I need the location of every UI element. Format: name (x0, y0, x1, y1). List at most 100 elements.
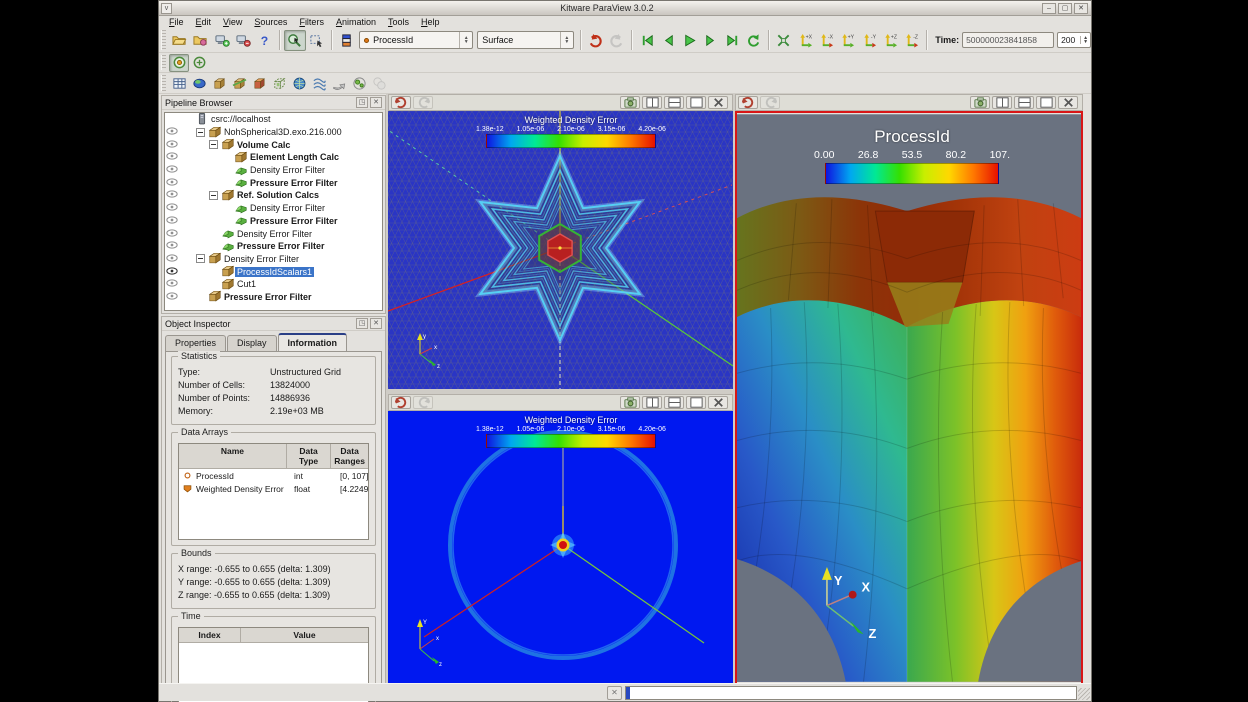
eye-visibility-icon[interactable] (166, 229, 178, 237)
threshold-filter-button[interactable] (249, 74, 269, 92)
menu-help[interactable]: Help (415, 17, 446, 27)
pipeline-item[interactable]: Density Error Filter (165, 253, 382, 266)
representation-dropdown[interactable]: Surface▲▼ (477, 31, 574, 49)
column-header[interactable]: Data Ranges (331, 444, 368, 468)
last-frame-button[interactable] (722, 30, 743, 51)
edit-color-map-button[interactable] (336, 30, 357, 51)
tree-expander-icon[interactable] (209, 191, 218, 200)
camera-undo-button[interactable] (391, 96, 411, 109)
data-array-row[interactable]: Weighted Density Errorfloat[4.22498e-14,… (179, 482, 368, 495)
lookmark-button[interactable] (620, 96, 640, 109)
frame-spinbox[interactable]: 200▲▼ (1057, 32, 1091, 48)
pipeline-item[interactable]: NohSpherical3D.exo.216.000 (165, 126, 382, 139)
pipeline-item[interactable]: Cut1 (165, 278, 382, 291)
pipeline-item[interactable]: Density Error Filter (165, 227, 382, 240)
loop-button[interactable] (743, 30, 764, 51)
split-horizontal-button[interactable] (992, 96, 1012, 109)
menu-edit[interactable]: Edit (190, 17, 218, 27)
close-view-button[interactable] (708, 96, 728, 109)
render-view-3-active[interactable]: YXZ ProcessId 0.0026.853.580.2107. (735, 111, 1083, 685)
tree-expander-icon[interactable] (196, 128, 205, 137)
tree-expander-icon[interactable] (209, 140, 218, 149)
select-cells-button[interactable] (284, 30, 305, 51)
pipeline-item[interactable]: Pressure Error Filter (165, 291, 382, 304)
tab-display[interactable]: Display (227, 335, 277, 351)
column-header[interactable]: Data Type (287, 444, 331, 468)
extract-subset-filter-button[interactable] (269, 74, 289, 92)
menu-view[interactable]: View (217, 17, 248, 27)
data-array-row[interactable]: ProcessIdint[0, 107] (179, 469, 368, 482)
toolbar-handle[interactable] (161, 30, 166, 49)
menu-tools[interactable]: Tools (382, 17, 415, 27)
eye-visibility-icon[interactable] (166, 178, 178, 186)
column-header[interactable]: Value (241, 628, 368, 642)
reset-camera-button[interactable] (773, 30, 794, 51)
eye-visibility-icon[interactable] (166, 241, 178, 249)
view2-color-legend[interactable]: Weighted Density Error 1.38e-121.05e-062… (476, 415, 666, 448)
close-view-button[interactable] (1058, 96, 1078, 109)
undo-button[interactable] (585, 30, 606, 51)
selection-mode-button[interactable] (189, 54, 209, 72)
pipeline-item[interactable]: Pressure Error Filter (165, 176, 382, 189)
open-file-button[interactable] (169, 30, 190, 51)
slice-filter-button[interactable] (229, 74, 249, 92)
eye-visibility-icon[interactable] (166, 267, 178, 275)
eye-visibility-icon[interactable] (166, 216, 178, 224)
camera-undo-button[interactable] (391, 396, 411, 409)
minus-z-view-button[interactable]: -Z (901, 30, 922, 51)
color-by-dropdown[interactable]: ProcessId▲▼ (359, 31, 473, 49)
eye-visibility-icon[interactable] (166, 190, 178, 198)
help-button[interactable]: ? (254, 30, 275, 51)
warp-filter-button[interactable] (329, 74, 349, 92)
split-horizontal-button[interactable] (642, 396, 662, 409)
eye-visibility-icon[interactable] (166, 292, 178, 300)
split-vertical-button[interactable] (1014, 96, 1034, 109)
select-points-button[interactable] (306, 30, 327, 51)
pipeline-item[interactable]: Pressure Error Filter (165, 215, 382, 228)
eye-visibility-icon[interactable] (166, 279, 178, 287)
eye-visibility-icon[interactable] (166, 140, 178, 148)
previous-frame-button[interactable] (658, 30, 679, 51)
group-datasets-button[interactable] (369, 74, 389, 92)
eye-visibility-icon[interactable] (166, 203, 178, 211)
contour-filter-button[interactable] (289, 74, 309, 92)
menu-filters[interactable]: Filters (293, 17, 330, 27)
pipeline-item[interactable]: Element Length Calc (165, 151, 382, 164)
plus-z-view-button[interactable]: +Z (880, 30, 901, 51)
lookmark-button[interactable] (970, 96, 990, 109)
maximize-view-button[interactable] (686, 96, 706, 109)
split-vertical-button[interactable] (664, 96, 684, 109)
first-frame-button[interactable] (636, 30, 657, 51)
pipeline-item[interactable]: ProcessIdScalars1 (165, 265, 382, 278)
menu-file[interactable]: File (163, 17, 190, 27)
disconnect-server-button[interactable] (233, 30, 254, 51)
close-view-button[interactable] (708, 396, 728, 409)
column-header[interactable]: Name (179, 444, 287, 468)
split-vertical-button[interactable] (664, 396, 684, 409)
minimize-button[interactable]: – (1042, 3, 1056, 14)
next-frame-button[interactable] (700, 30, 721, 51)
close-panel-button[interactable]: ✕ (370, 97, 382, 108)
pipeline-item[interactable]: Density Error Filter (165, 202, 382, 215)
cancel-progress-button[interactable]: ✕ (607, 686, 622, 700)
pipeline-item[interactable]: Pressure Error Filter (165, 240, 382, 253)
minus-x-view-button[interactable]: -X (816, 30, 837, 51)
render-view-2[interactable]: Yxz Weighted Density Error 1.38e-121.05e… (388, 411, 733, 685)
undock-inspector-button[interactable]: ◳ (356, 318, 368, 329)
column-header[interactable]: Index (179, 628, 241, 642)
spreadsheet-view-button[interactable] (169, 74, 189, 92)
tab-information[interactable]: Information (278, 333, 348, 351)
play-button[interactable] (679, 30, 700, 51)
eye-visibility-icon[interactable] (166, 152, 178, 160)
render-view-1[interactable]: yxz Weighted Density Error 1.38e-121.05e… (388, 111, 733, 389)
undock-panel-button[interactable]: ◳ (356, 97, 368, 108)
camera-redo-button[interactable] (413, 96, 433, 109)
stream-tracer-filter-button[interactable] (309, 74, 329, 92)
interaction-mode-button[interactable] (169, 54, 189, 72)
eye-visibility-icon[interactable] (166, 165, 178, 173)
plus-x-view-button[interactable]: +X (794, 30, 815, 51)
menu-animation[interactable]: Animation (330, 17, 382, 27)
split-horizontal-button[interactable] (642, 96, 662, 109)
tab-properties[interactable]: Properties (165, 335, 226, 351)
connect-server-button[interactable] (211, 30, 232, 51)
